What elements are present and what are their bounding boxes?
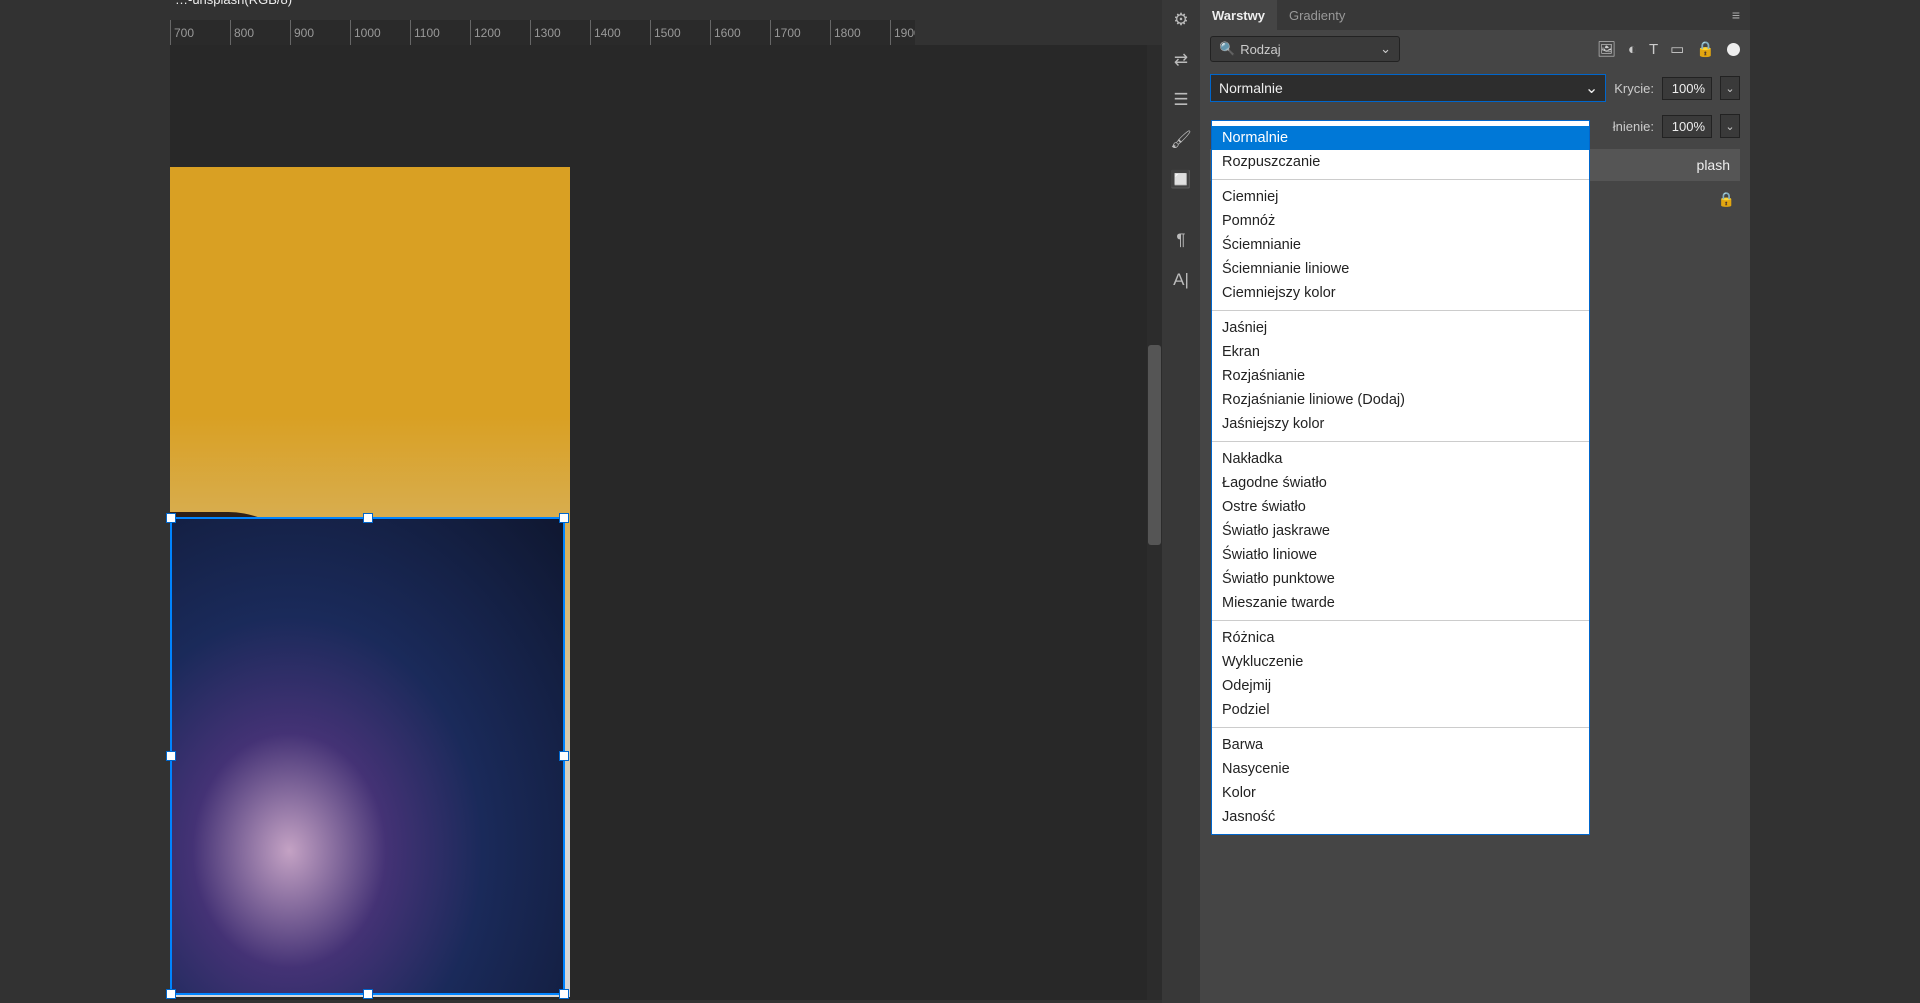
adjustments-icon[interactable]: ⚙ — [1162, 0, 1200, 40]
blend-option-pin-light[interactable]: Światło punktowe — [1212, 567, 1589, 591]
left-gutter — [0, 0, 170, 1003]
opacity-label: Krycie: — [1614, 81, 1654, 96]
ruler-tick: 900 — [290, 20, 350, 45]
panel-menu-icon[interactable]: ≡ — [1722, 7, 1750, 23]
transform-handle-right[interactable] — [559, 751, 569, 761]
blend-option-divide[interactable]: Podziel — [1212, 698, 1589, 722]
fill-dropdown-arrow[interactable]: ⌄ — [1720, 114, 1740, 138]
ruler-tick: 800 — [230, 20, 290, 45]
ruler-tick: 1400 — [590, 20, 650, 45]
layers-panel: Warstwy Gradienty ≡ 🔍 Rodzaj ⌄ 🖼 ◐ T ▭ 🔒… — [1200, 0, 1750, 1003]
blend-option-hard-light[interactable]: Ostre światło — [1212, 495, 1589, 519]
lock-icon[interactable]: 🔒 — [1718, 191, 1735, 208]
fill-label: łnienie: — [1613, 119, 1654, 134]
blend-option-color[interactable]: Kolor — [1212, 781, 1589, 805]
blend-option-soft-light[interactable]: Łagodne światło — [1212, 471, 1589, 495]
blend-option-linear-light[interactable]: Światło liniowe — [1212, 543, 1589, 567]
collapsed-panel-strip: ⚙ ⇄ ☰ 🖌 🔲 ¶ A| — [1162, 0, 1200, 1003]
filter-text-icon[interactable]: T — [1649, 41, 1658, 58]
filter-toggle-dot[interactable] — [1727, 43, 1740, 56]
transform-handle-top-right[interactable] — [559, 513, 569, 523]
blend-option-saturation[interactable]: Nasycenie — [1212, 757, 1589, 781]
blend-option-normal[interactable]: Normalnie — [1212, 126, 1589, 150]
search-icon: 🔍 — [1219, 41, 1235, 57]
ruler-tick: 1800 — [830, 20, 890, 45]
ruler-tick: 1000 — [350, 20, 410, 45]
ruler-tick: 1100 — [410, 20, 470, 45]
ruler-tick: 1900 — [890, 20, 915, 45]
blend-option-linear-dodge[interactable]: Rozjaśnianie liniowe (Dodaj) — [1212, 388, 1589, 412]
ruler-tick: 1300 — [530, 20, 590, 45]
blend-option-hard-mix[interactable]: Mieszanie twarde — [1212, 591, 1589, 615]
transform-handle-top[interactable] — [363, 513, 373, 523]
vertical-scrollbar[interactable] — [1147, 45, 1162, 1000]
filter-image-icon[interactable]: 🖼 — [1597, 40, 1616, 58]
blend-option-multiply[interactable]: Pomnóż — [1212, 209, 1589, 233]
blend-mode-select[interactable]: Normalnie — [1210, 74, 1606, 102]
blend-option-screen[interactable]: Ekran — [1212, 340, 1589, 364]
blend-option-color-burn[interactable]: Ściemnianie — [1212, 233, 1589, 257]
ruler-tick: 700 — [170, 20, 230, 45]
transform-handle-bottom[interactable] — [363, 989, 373, 999]
layer-filter-kind[interactable]: 🔍 Rodzaj ⌄ — [1210, 36, 1400, 62]
blend-option-lighter-color[interactable]: Jaśniejszy kolor — [1212, 412, 1589, 436]
right-gutter — [1750, 0, 1920, 1003]
blend-option-darker-color[interactable]: Ciemniejszy kolor — [1212, 281, 1589, 305]
blend-option-linear-burn[interactable]: Ściemnianie liniowe — [1212, 257, 1589, 281]
canvas-area[interactable] — [170, 45, 1160, 1000]
blend-option-lighten[interactable]: Jaśniej — [1212, 316, 1589, 340]
transform-handle-top-left[interactable] — [166, 513, 176, 523]
ruler-tick: 1200 — [470, 20, 530, 45]
scrollbar-thumb[interactable] — [1148, 345, 1161, 545]
character-icon[interactable]: A| — [1162, 260, 1200, 300]
tab-gradients[interactable]: Gradienty — [1277, 0, 1357, 30]
transform-handle-bottom-left[interactable] — [166, 989, 176, 999]
blend-option-overlay[interactable]: Nakładka — [1212, 447, 1589, 471]
opacity-dropdown-arrow[interactable]: ⌄ — [1720, 76, 1740, 100]
transform-handle-left[interactable] — [166, 751, 176, 761]
brush-settings-icon[interactable]: 🖌 — [1162, 120, 1200, 160]
horizontal-ruler: 700 800 900 1000 1100 1200 1300 1400 150… — [170, 20, 915, 45]
blend-option-difference[interactable]: Różnica — [1212, 626, 1589, 650]
ruler-tick: 1700 — [770, 20, 830, 45]
tool-preset-icon[interactable]: 🔲 — [1162, 160, 1200, 200]
ruler-tick: 1500 — [650, 20, 710, 45]
fill-value[interactable]: 100% — [1662, 115, 1712, 138]
opacity-value[interactable]: 100% — [1662, 77, 1712, 100]
filter-shape-icon[interactable]: ▭ — [1670, 40, 1684, 58]
blend-option-exclusion[interactable]: Wykluczenie — [1212, 650, 1589, 674]
filter-adjustment-icon[interactable]: ◐ — [1628, 41, 1637, 58]
blend-option-hue[interactable]: Barwa — [1212, 733, 1589, 757]
blend-option-vivid-light[interactable]: Światło jaskrawe — [1212, 519, 1589, 543]
blend-mode-dropdown[interactable]: Normalnie Rozpuszczanie Ciemniej Pomnóż … — [1211, 120, 1590, 835]
tab-layers[interactable]: Warstwy — [1200, 0, 1277, 30]
layer-name-partial: plash — [1697, 157, 1730, 173]
selected-layer-nebula[interactable] — [170, 517, 565, 995]
blend-option-darken[interactable]: Ciemniej — [1212, 185, 1589, 209]
blend-option-color-dodge[interactable]: Rozjaśnianie — [1212, 364, 1589, 388]
blend-option-dissolve[interactable]: Rozpuszczanie — [1212, 150, 1589, 174]
filter-kind-label: Rodzaj — [1240, 42, 1280, 57]
levels-icon[interactable]: ⇄ — [1162, 40, 1200, 80]
filter-smartobject-icon[interactable]: 🔒 — [1696, 40, 1715, 58]
panel-tabs: Warstwy Gradienty ≡ — [1200, 0, 1750, 30]
transform-handle-bottom-right[interactable] — [559, 989, 569, 999]
blend-option-subtract[interactable]: Odejmij — [1212, 674, 1589, 698]
list-icon[interactable]: ☰ — [1162, 80, 1200, 120]
blend-option-luminosity[interactable]: Jasność — [1212, 805, 1589, 829]
ruler-tick: 1600 — [710, 20, 770, 45]
paragraph-icon[interactable]: ¶ — [1162, 220, 1200, 260]
